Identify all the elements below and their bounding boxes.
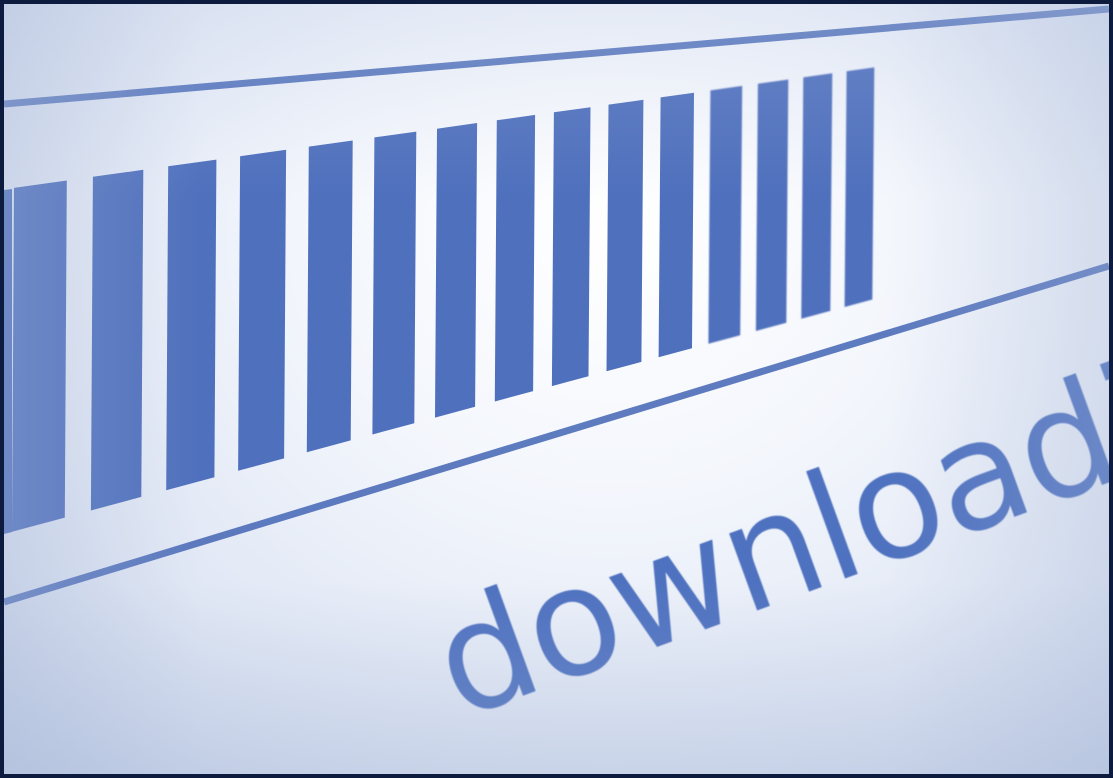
progress-fill — [4, 67, 875, 534]
progress-track-top-line — [4, 5, 1109, 108]
progress-segment — [708, 85, 743, 344]
progress-segment — [4, 189, 12, 534]
progress-segment — [844, 67, 875, 308]
progress-segment — [551, 107, 591, 387]
progress-bar-photo: downloading... — [4, 5, 1109, 753]
progress-segment — [658, 92, 694, 358]
progress-segment — [306, 140, 353, 453]
progress-segment — [12, 180, 67, 532]
progress-segment — [166, 159, 217, 491]
progress-segment — [372, 131, 417, 435]
progress-segment — [435, 123, 478, 418]
progress-segment — [494, 114, 536, 402]
progress-segment — [606, 99, 644, 372]
progress-segment — [90, 169, 144, 511]
progress-segment — [238, 149, 287, 471]
progress-segment — [755, 79, 789, 331]
photo-frame: downloading... — [0, 0, 1113, 778]
progress-segment — [801, 73, 833, 319]
